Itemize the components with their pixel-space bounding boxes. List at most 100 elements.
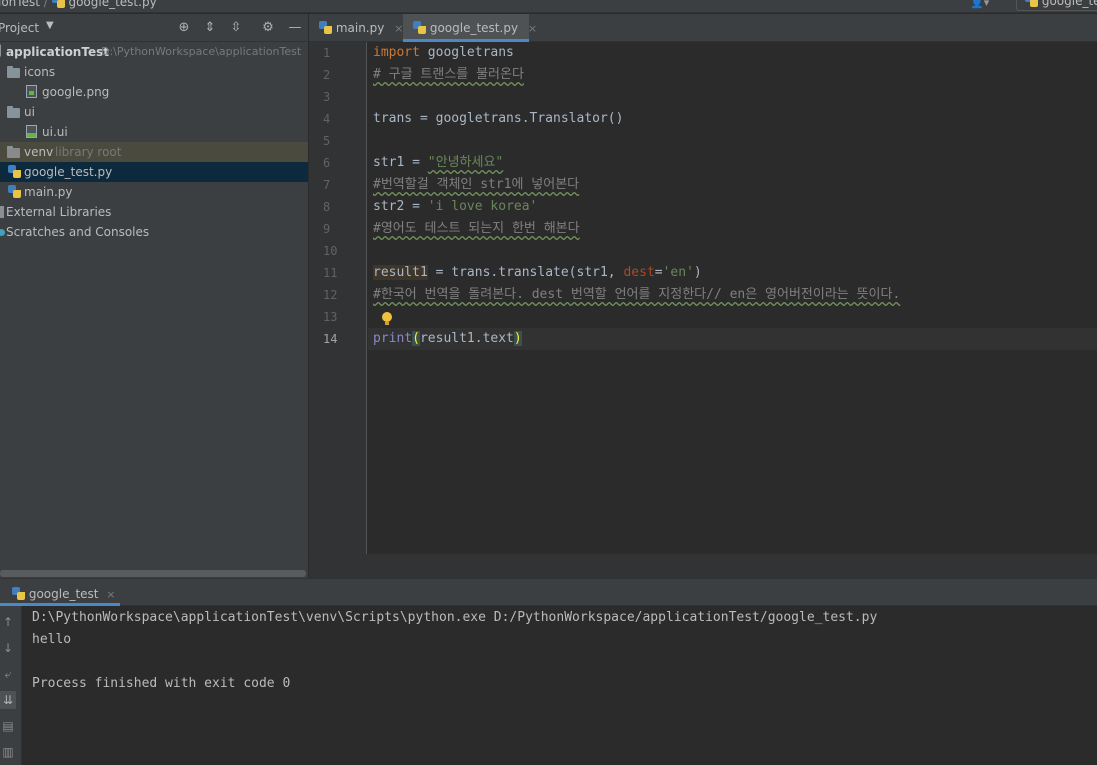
code-text: str1 = bbox=[373, 155, 428, 170]
line-number: 8 bbox=[323, 200, 331, 214]
horizontal-scrollbar[interactable] bbox=[0, 570, 306, 577]
code-line-2[interactable]: # 구글 트랜스를 불러온다 bbox=[373, 64, 524, 86]
tab-run-google-test[interactable]: google_test × bbox=[0, 579, 120, 606]
code-text: = trans.translate(str1, bbox=[427, 265, 624, 280]
soft-wrap-icon[interactable]: ⤶ bbox=[0, 665, 16, 683]
tree-item-google-test-py[interactable]: google_test.py bbox=[0, 162, 308, 182]
variable-highlight: result1 bbox=[373, 265, 428, 280]
code-line-1[interactable]: import googletrans bbox=[373, 42, 514, 64]
minimize-icon[interactable]: — bbox=[286, 19, 304, 37]
breadcrumb: ionTest / google_test.py bbox=[0, 0, 157, 9]
line-number: 2 bbox=[323, 68, 331, 82]
run-configuration-label: google_te bbox=[1041, 0, 1097, 8]
builtin-function: print bbox=[373, 331, 413, 346]
tab-label: main.py bbox=[335, 21, 385, 35]
console-line: hello bbox=[32, 632, 72, 647]
tree-item-label: google.png bbox=[42, 85, 110, 99]
breadcrumb-project[interactable]: ionTest bbox=[0, 0, 40, 9]
line-number: 13 bbox=[323, 310, 338, 324]
python-file-icon bbox=[8, 185, 21, 198]
console-output[interactable]: D:\PythonWorkspace\applicationTest\venv\… bbox=[22, 606, 1097, 765]
python-file-icon bbox=[1025, 0, 1038, 7]
code-text: = bbox=[654, 265, 663, 280]
tree-item-google-png[interactable]: google.png bbox=[0, 82, 308, 102]
down-arrow-icon[interactable]: ↓ bbox=[0, 639, 16, 657]
print-icon[interactable]: ▤ bbox=[0, 717, 16, 735]
code-line-6[interactable]: str1 = "안녕하세요" bbox=[373, 152, 503, 174]
line-number: 6 bbox=[323, 156, 331, 170]
run-tab-label: google_test bbox=[28, 587, 99, 601]
run-configuration-select[interactable]: google_te bbox=[1016, 0, 1097, 11]
close-icon[interactable]: × bbox=[106, 588, 115, 601]
string-literal: 'i love korea' bbox=[427, 199, 538, 214]
line-number: 5 bbox=[323, 134, 331, 148]
user-icon[interactable]: 👤▾ bbox=[970, 0, 989, 9]
collapse-all-icon[interactable]: ⇳ bbox=[227, 19, 245, 37]
close-icon[interactable]: × bbox=[394, 22, 403, 35]
tree-item-label: ui.ui bbox=[42, 125, 68, 139]
up-arrow-icon[interactable]: ↑ bbox=[0, 613, 16, 631]
folder-icon bbox=[7, 66, 20, 78]
python-file-icon bbox=[12, 587, 25, 600]
code-editor[interactable]: import googletrans # 구글 트랜스를 불러온다 trans … bbox=[368, 42, 1097, 554]
string-literal: 'en' bbox=[662, 265, 694, 280]
line-number: 9 bbox=[323, 222, 331, 236]
expand-all-icon[interactable]: ⇕ bbox=[201, 19, 219, 37]
tree-item-label: ui bbox=[24, 105, 35, 119]
tree-item-hint: library root bbox=[55, 145, 122, 159]
python-file-icon bbox=[51, 0, 65, 8]
editor-tab-bar: main.py × google_test.py × bbox=[309, 14, 1097, 42]
navigation-bar: ionTest / google_test.py 👤▾ google_te bbox=[0, 0, 1097, 13]
tab-google-test-py[interactable]: google_test.py × bbox=[403, 14, 537, 42]
tree-item-label: google_test.py bbox=[24, 165, 113, 179]
breadcrumb-file[interactable]: google_test.py bbox=[68, 0, 156, 9]
library-icon bbox=[0, 206, 4, 218]
code-text: str2 = bbox=[373, 199, 428, 214]
comment: #한국어 번역을 돌려본다. dest 번역할 언어를 지정한다// en은 영… bbox=[373, 287, 901, 302]
tree-item-label: Scratches and Consoles bbox=[6, 225, 150, 239]
line-number: 10 bbox=[323, 244, 338, 258]
comment: #영어도 테스트 되는지 한번 해본다 bbox=[373, 221, 580, 236]
comment: #번역할걸 객체인 str1에 넣어본다 bbox=[373, 177, 580, 192]
lightbulb-icon[interactable] bbox=[382, 312, 392, 326]
tree-item-main-py[interactable]: main.py bbox=[0, 182, 308, 202]
comment: # 구글 트랜스를 불러온다 bbox=[373, 67, 524, 82]
code-line-11[interactable]: result1 = trans.translate(str1, dest='en… bbox=[373, 262, 702, 284]
tree-item-ui[interactable]: ui bbox=[0, 102, 308, 122]
tab-main-py[interactable]: main.py × bbox=[309, 14, 403, 42]
project-panel-title[interactable]: Project bbox=[0, 21, 39, 35]
editor-breadcrumb-bar bbox=[309, 554, 1097, 578]
code-line-8[interactable]: str2 = 'i love korea' bbox=[373, 196, 537, 218]
tree-item-label: main.py bbox=[24, 185, 73, 199]
project-panel: Project ▼ ⊕ ⇕ ⇳ ⚙ — ▌ applicationTest D:… bbox=[0, 14, 308, 578]
tree-item-scratches[interactable]: Scratches and Consoles bbox=[0, 222, 308, 242]
chevron-down-icon[interactable]: ▌ bbox=[0, 42, 5, 62]
run-panel: google_test × ↑ ↓ ⤶ ⇊ ▤ ▥ D:\PythonWorks… bbox=[0, 578, 1097, 765]
close-icon[interactable]: × bbox=[528, 22, 537, 35]
tree-item-icons[interactable]: icons bbox=[0, 62, 308, 82]
locate-icon[interactable]: ⊕ bbox=[175, 19, 193, 37]
tree-item-label: venv bbox=[24, 145, 54, 159]
scratches-icon bbox=[0, 229, 5, 236]
tree-item-ui-ui[interactable]: ui.ui bbox=[0, 122, 308, 142]
code-line-14[interactable]: print(result1.text) bbox=[373, 328, 522, 350]
trash-icon[interactable]: ▥ bbox=[0, 743, 16, 761]
line-number: 3 bbox=[323, 90, 331, 104]
ui-file-icon bbox=[26, 125, 37, 138]
code-line-12[interactable]: #한국어 번역을 돌려본다. dest 번역할 언어를 지정한다// en은 영… bbox=[373, 284, 900, 306]
python-file-icon bbox=[319, 21, 332, 34]
tree-item-applicationtest[interactable]: ▌ applicationTest D:\PythonWorkspace\app… bbox=[0, 42, 308, 62]
image-file-icon bbox=[26, 85, 37, 98]
code-text: googletrans bbox=[419, 45, 514, 60]
gear-icon[interactable]: ⚙ bbox=[259, 19, 277, 37]
chevron-down-icon[interactable]: ▼ bbox=[46, 20, 54, 31]
python-file-icon bbox=[413, 21, 426, 34]
tree-item-external-libraries[interactable]: External Libraries bbox=[0, 202, 308, 222]
line-number-gutter: 1 2 3 4 5 6 7 8 9 10 11 12 13 14 bbox=[309, 42, 367, 554]
scroll-to-end-icon[interactable]: ⇊ bbox=[0, 691, 16, 709]
code-line-7[interactable]: #번역할걸 객체인 str1에 넣어본다 bbox=[373, 174, 579, 196]
tree-item-venv[interactable]: venv library root bbox=[0, 142, 308, 162]
line-number: 14 bbox=[323, 332, 338, 346]
code-line-4[interactable]: trans = googletrans.Translator() bbox=[373, 108, 623, 130]
code-line-9[interactable]: #영어도 테스트 되는지 한번 해본다 bbox=[373, 218, 580, 240]
